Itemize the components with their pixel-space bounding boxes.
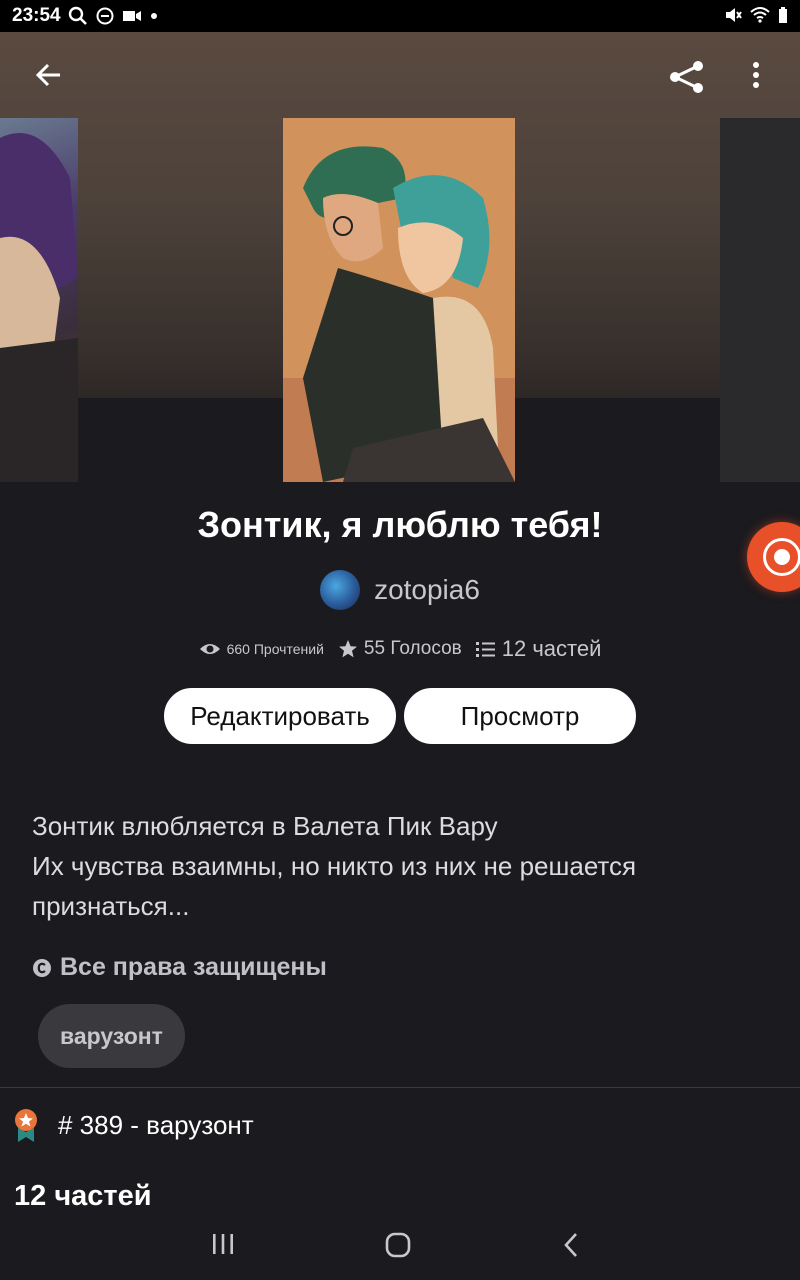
status-time: 23:54 — [12, 5, 61, 26]
avatar[interactable] — [320, 570, 361, 610]
status-right-icons — [724, 6, 788, 24]
hero-banner — [0, 32, 800, 482]
story-cover-art — [283, 118, 515, 482]
story-description: Зонтик влюбляется в Валета Пик Вару Их ч… — [32, 806, 752, 926]
ranking-row[interactable]: # 389 - варузонт — [12, 1108, 254, 1142]
votes-count: 55 Голосов — [363, 638, 462, 659]
back-arrow-icon — [35, 63, 60, 87]
parts-stat: 12 частей — [475, 636, 602, 662]
description-line: Зонтик влюбляется в Валета Пик Вару — [32, 811, 498, 841]
copyright-notice: Все права защищены — [32, 953, 327, 982]
author-row[interactable]: zotopia6 — [0, 570, 800, 610]
story-stats: 660 Прочтений 55 Голосов 12 частей — [0, 636, 800, 662]
search-icon — [68, 6, 87, 25]
status-left-icons — [68, 6, 158, 26]
do-not-disturb-icon — [96, 7, 114, 25]
story-tag[interactable]: варузонт — [38, 1004, 185, 1068]
cover-previous[interactable] — [0, 118, 78, 482]
author-name[interactable]: zotopia6 — [374, 574, 480, 606]
copyright-text: Все права защищены — [60, 953, 327, 981]
parts-count: 12 частей — [501, 636, 602, 661]
cover-next[interactable] — [720, 118, 800, 482]
story-cover[interactable] — [283, 118, 515, 482]
description-line: Их чувства взаимны, но никто из них не р… — [32, 851, 637, 881]
eye-icon — [199, 644, 220, 654]
mute-icon — [726, 8, 742, 22]
system-back-button[interactable] — [562, 1232, 582, 1263]
list-icon — [475, 642, 495, 657]
votes-stat: 55 Голосов — [338, 638, 462, 660]
recent-apps-button[interactable] — [210, 1232, 236, 1261]
cover-previous-art — [0, 133, 78, 482]
status-bar: 23:54 — [0, 0, 800, 32]
star-icon — [338, 640, 357, 658]
home-icon — [385, 1232, 411, 1258]
battery-icon — [779, 7, 787, 23]
share-button[interactable] — [668, 60, 706, 99]
copyright-icon — [33, 958, 51, 977]
divider — [0, 1087, 800, 1088]
description-line: признаться... — [32, 891, 190, 921]
reads-count: 660 Прочтений — [226, 641, 324, 657]
recent-apps-icon — [213, 1234, 233, 1254]
share-icon — [670, 61, 703, 93]
chevron-left-icon — [564, 1233, 577, 1257]
more-options-button[interactable] — [748, 60, 764, 95]
dot-icon — [151, 13, 157, 19]
home-button[interactable] — [385, 1232, 411, 1263]
story-title: Зонтик, я люблю тебя! — [197, 504, 603, 545]
system-nav-bar — [0, 1218, 800, 1280]
edit-button[interactable]: Редактировать — [162, 686, 398, 746]
back-button[interactable] — [34, 60, 64, 95]
video-icon — [123, 11, 141, 21]
reads-stat: 660 Прочтений — [199, 641, 324, 657]
more-vert-icon — [753, 62, 759, 88]
view-button[interactable]: Просмотр — [402, 686, 638, 746]
wifi-icon — [750, 7, 770, 23]
ranking-badge-icon — [15, 1109, 37, 1142]
parts-heading: 12 частей — [14, 1180, 152, 1212]
ranking-text[interactable]: # 389 - варузонт — [58, 1110, 254, 1141]
record-icon-core — [774, 549, 790, 565]
